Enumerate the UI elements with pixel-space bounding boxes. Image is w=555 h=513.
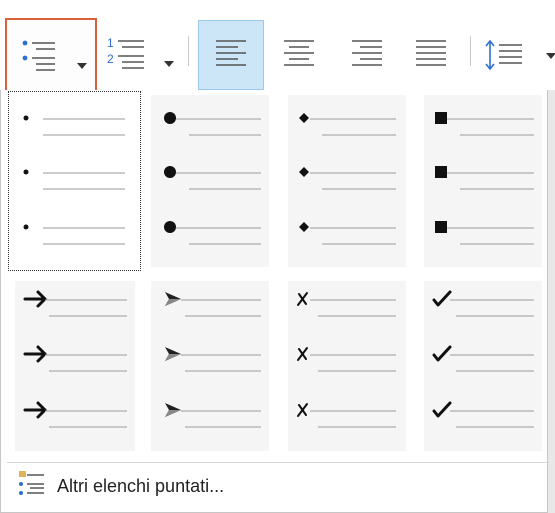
bullet-list-icon bbox=[21, 38, 61, 83]
bullet-style-arrowhead[interactable] bbox=[151, 281, 269, 451]
chevron-down-icon[interactable] bbox=[164, 61, 174, 67]
svg-text:1: 1 bbox=[107, 36, 114, 50]
small-dot-bullet-icon bbox=[23, 115, 125, 245]
bullet-style-cross[interactable] bbox=[288, 281, 406, 451]
toolbar-separator bbox=[470, 36, 471, 66]
bullet-style-checkmark[interactable] bbox=[424, 281, 542, 451]
checkmark-bullet-icon bbox=[432, 290, 534, 428]
menu-separator bbox=[7, 462, 547, 463]
paragraph-toolbar: 1 2 bbox=[0, 0, 555, 100]
bullet-style-filled-circle[interactable] bbox=[151, 95, 269, 267]
line-spacing-button[interactable] bbox=[478, 20, 555, 90]
diamond-bullet-icon bbox=[299, 113, 396, 245]
align-right-icon bbox=[348, 35, 386, 76]
align-left-button[interactable] bbox=[198, 20, 264, 90]
more-bullets-label: Altri elenchi puntati... bbox=[57, 475, 225, 496]
align-left-icon bbox=[212, 35, 250, 76]
justify-button[interactable] bbox=[400, 20, 462, 90]
align-right-button[interactable] bbox=[334, 20, 400, 90]
bullet-style-small-dot[interactable] bbox=[8, 91, 141, 271]
align-center-icon bbox=[280, 35, 318, 76]
arrowhead-bullet-icon bbox=[165, 292, 261, 428]
justify-icon bbox=[412, 35, 450, 76]
numbered-list-icon: 1 2 bbox=[106, 36, 150, 81]
filled-circle-bullet-icon bbox=[164, 112, 261, 245]
cross-bullet-icon bbox=[297, 292, 396, 428]
bullets-settings-icon bbox=[17, 470, 47, 503]
bullet-style-arrow[interactable] bbox=[15, 281, 135, 451]
more-bullets-menu-item[interactable]: Altri elenchi puntati... bbox=[7, 466, 547, 506]
bullet-style-diamond[interactable] bbox=[288, 95, 406, 267]
toolbar-separator bbox=[188, 36, 189, 66]
line-spacing-icon bbox=[484, 37, 526, 78]
square-bullet-icon bbox=[435, 112, 534, 245]
svg-text:2: 2 bbox=[107, 52, 114, 66]
align-center-button[interactable] bbox=[266, 20, 332, 90]
numbering-button[interactable]: 1 2 bbox=[100, 18, 182, 100]
chevron-down-icon[interactable] bbox=[77, 63, 87, 69]
arrow-bullet-icon bbox=[23, 290, 127, 428]
bullet-library-panel: Altri elenchi puntati... bbox=[0, 90, 548, 513]
document-edge bbox=[548, 90, 555, 513]
bullets-button[interactable] bbox=[5, 18, 97, 100]
bullet-style-square[interactable] bbox=[424, 95, 542, 267]
chevron-down-icon[interactable] bbox=[546, 53, 555, 59]
